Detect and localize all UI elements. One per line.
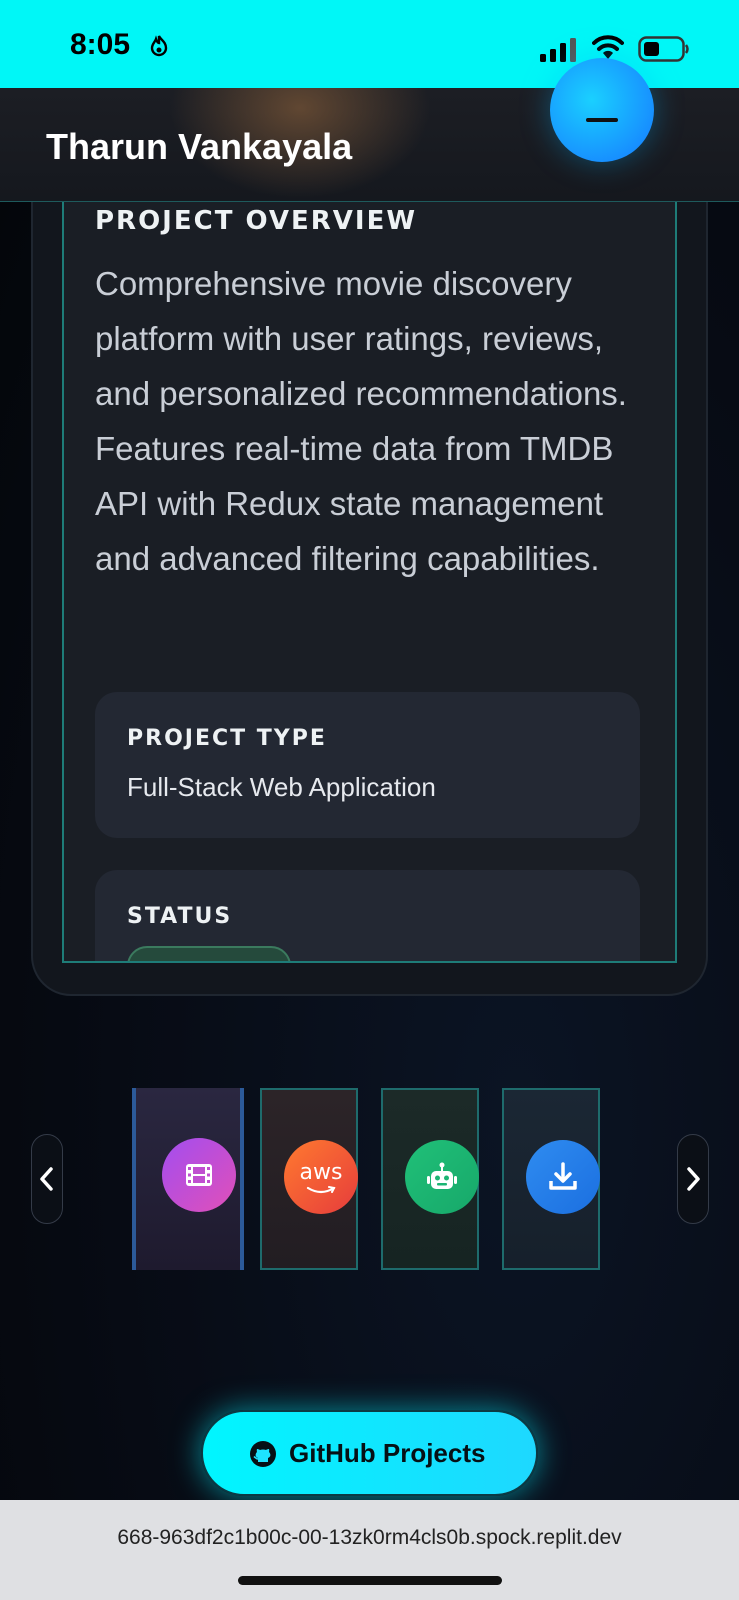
aws-icon: aws <box>284 1140 358 1214</box>
project-type-box: PROJECT TYPE Full-Stack Web Application <box>95 692 640 838</box>
github-projects-button[interactable]: GitHub Projects <box>201 1410 538 1496</box>
project-type-value: Full-Stack Web Application <box>127 772 436 802</box>
status-box: STATUS <box>95 870 640 961</box>
browser-url-bar[interactable]: 668-963df2c1b00c-00-13zk0rm4cls0b.spock.… <box>0 1500 739 1600</box>
github-icon <box>250 1441 276 1467</box>
status-badge <box>127 946 291 961</box>
chevron-left-icon <box>40 1167 53 1191</box>
overview-heading: PROJECT OVERVIEW <box>95 206 418 236</box>
film-icon <box>162 1138 236 1212</box>
home-indicator <box>238 1576 502 1585</box>
carousel-prev-button[interactable] <box>31 1134 63 1224</box>
flame-icon <box>150 35 168 57</box>
carousel-item-movie[interactable] <box>132 1088 244 1270</box>
menu-button[interactable] <box>550 58 654 162</box>
carousel-item-bot[interactable] <box>381 1088 479 1270</box>
app-header: Tharun Vankayala <box>0 58 739 202</box>
signal-icon <box>540 38 576 62</box>
page-title: Tharun Vankayala <box>46 126 353 167</box>
overview-text: Comprehensive movie discovery platform w… <box>95 265 627 577</box>
menu-icon <box>586 118 618 122</box>
project-type-label: PROJECT TYPE <box>127 726 327 751</box>
url-text[interactable]: 668-963df2c1b00c-00-13zk0rm4cls0b.spock.… <box>0 1526 739 1550</box>
carousel-item-aws[interactable]: aws <box>260 1088 358 1270</box>
download-icon <box>526 1140 600 1214</box>
wifi-icon <box>592 35 624 59</box>
battery-icon <box>638 36 689 62</box>
carousel-item-download[interactable] <box>502 1088 600 1270</box>
project-details-panel: PROJECT OVERVIEW Comprehensive movie dis… <box>62 196 677 963</box>
github-projects-label: GitHub Projects <box>289 1438 486 1468</box>
status-time: 8:05 <box>70 28 131 61</box>
chevron-right-icon <box>687 1167 700 1191</box>
aws-label: aws <box>299 1160 343 1185</box>
robot-icon <box>405 1140 479 1214</box>
carousel-next-button[interactable] <box>677 1134 709 1224</box>
status-label: STATUS <box>127 904 233 929</box>
